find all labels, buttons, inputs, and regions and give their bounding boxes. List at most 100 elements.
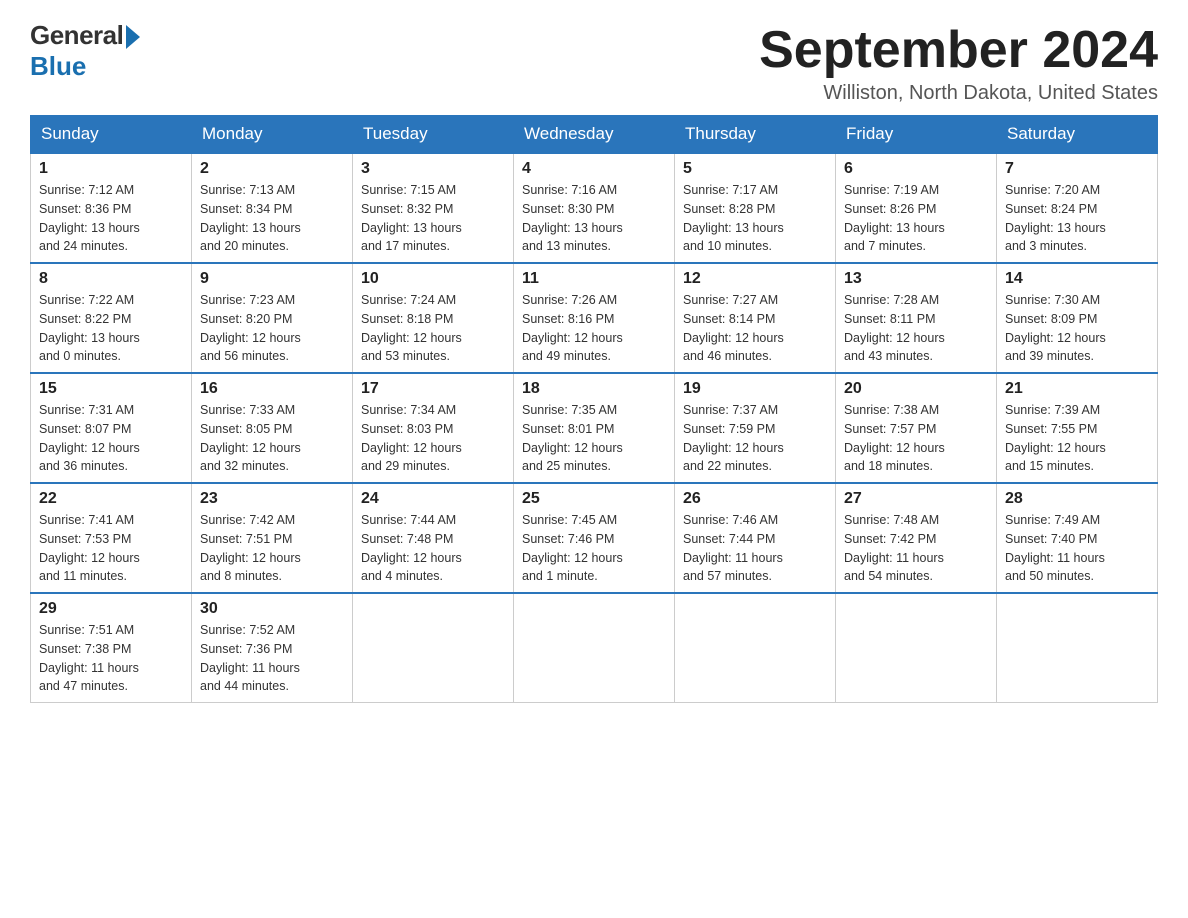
day-info: Sunrise: 7:51 AMSunset: 7:38 PMDaylight:…: [39, 621, 183, 696]
day-info: Sunrise: 7:33 AMSunset: 8:05 PMDaylight:…: [200, 401, 344, 476]
day-info: Sunrise: 7:22 AMSunset: 8:22 PMDaylight:…: [39, 291, 183, 366]
calendar-cell: 10 Sunrise: 7:24 AMSunset: 8:18 PMDaylig…: [353, 263, 514, 373]
calendar-week-row: 8 Sunrise: 7:22 AMSunset: 8:22 PMDayligh…: [31, 263, 1158, 373]
calendar-day-header: Wednesday: [514, 116, 675, 154]
calendar-cell: 19 Sunrise: 7:37 AMSunset: 7:59 PMDaylig…: [675, 373, 836, 483]
day-number: 17: [361, 380, 505, 398]
day-number: 30: [200, 600, 344, 618]
day-info: Sunrise: 7:12 AMSunset: 8:36 PMDaylight:…: [39, 181, 183, 256]
calendar-cell: 3 Sunrise: 7:15 AMSunset: 8:32 PMDayligh…: [353, 153, 514, 263]
day-info: Sunrise: 7:46 AMSunset: 7:44 PMDaylight:…: [683, 511, 827, 586]
calendar-cell: 2 Sunrise: 7:13 AMSunset: 8:34 PMDayligh…: [192, 153, 353, 263]
day-number: 4: [522, 160, 666, 178]
calendar-cell: 22 Sunrise: 7:41 AMSunset: 7:53 PMDaylig…: [31, 483, 192, 593]
day-info: Sunrise: 7:49 AMSunset: 7:40 PMDaylight:…: [1005, 511, 1149, 586]
day-number: 22: [39, 490, 183, 508]
day-number: 24: [361, 490, 505, 508]
calendar-day-header: Friday: [836, 116, 997, 154]
calendar-cell: 18 Sunrise: 7:35 AMSunset: 8:01 PMDaylig…: [514, 373, 675, 483]
calendar-week-row: 22 Sunrise: 7:41 AMSunset: 7:53 PMDaylig…: [31, 483, 1158, 593]
calendar-cell: 24 Sunrise: 7:44 AMSunset: 7:48 PMDaylig…: [353, 483, 514, 593]
title-section: September 2024 Williston, North Dakota, …: [759, 20, 1158, 105]
logo: General Blue: [30, 20, 140, 82]
calendar-header-row: SundayMondayTuesdayWednesdayThursdayFrid…: [31, 116, 1158, 154]
day-number: 9: [200, 270, 344, 288]
day-info: Sunrise: 7:28 AMSunset: 8:11 PMDaylight:…: [844, 291, 988, 366]
day-number: 27: [844, 490, 988, 508]
day-number: 6: [844, 160, 988, 178]
calendar-cell: 23 Sunrise: 7:42 AMSunset: 7:51 PMDaylig…: [192, 483, 353, 593]
calendar-cell: 16 Sunrise: 7:33 AMSunset: 8:05 PMDaylig…: [192, 373, 353, 483]
day-info: Sunrise: 7:13 AMSunset: 8:34 PMDaylight:…: [200, 181, 344, 256]
calendar-cell: 1 Sunrise: 7:12 AMSunset: 8:36 PMDayligh…: [31, 153, 192, 263]
day-number: 13: [844, 270, 988, 288]
calendar-day-header: Thursday: [675, 116, 836, 154]
calendar-cell: 28 Sunrise: 7:49 AMSunset: 7:40 PMDaylig…: [997, 483, 1158, 593]
day-info: Sunrise: 7:20 AMSunset: 8:24 PMDaylight:…: [1005, 181, 1149, 256]
day-info: Sunrise: 7:42 AMSunset: 7:51 PMDaylight:…: [200, 511, 344, 586]
calendar-subtitle: Williston, North Dakota, United States: [759, 82, 1158, 105]
day-number: 21: [1005, 380, 1149, 398]
day-number: 23: [200, 490, 344, 508]
day-info: Sunrise: 7:44 AMSunset: 7:48 PMDaylight:…: [361, 511, 505, 586]
day-number: 2: [200, 160, 344, 178]
calendar-title: September 2024: [759, 20, 1158, 80]
calendar-cell: 5 Sunrise: 7:17 AMSunset: 8:28 PMDayligh…: [675, 153, 836, 263]
calendar-cell: 12 Sunrise: 7:27 AMSunset: 8:14 PMDaylig…: [675, 263, 836, 373]
logo-general-text: General: [30, 20, 123, 51]
day-number: 5: [683, 160, 827, 178]
day-info: Sunrise: 7:16 AMSunset: 8:30 PMDaylight:…: [522, 181, 666, 256]
day-number: 18: [522, 380, 666, 398]
calendar-cell: 8 Sunrise: 7:22 AMSunset: 8:22 PMDayligh…: [31, 263, 192, 373]
day-number: 20: [844, 380, 988, 398]
calendar-cell: 20 Sunrise: 7:38 AMSunset: 7:57 PMDaylig…: [836, 373, 997, 483]
day-info: Sunrise: 7:38 AMSunset: 7:57 PMDaylight:…: [844, 401, 988, 476]
calendar-week-row: 1 Sunrise: 7:12 AMSunset: 8:36 PMDayligh…: [31, 153, 1158, 263]
calendar-week-row: 15 Sunrise: 7:31 AMSunset: 8:07 PMDaylig…: [31, 373, 1158, 483]
calendar-table: SundayMondayTuesdayWednesdayThursdayFrid…: [30, 115, 1158, 703]
page-header: General Blue September 2024 Williston, N…: [30, 20, 1158, 105]
day-info: Sunrise: 7:17 AMSunset: 8:28 PMDaylight:…: [683, 181, 827, 256]
calendar-cell: 7 Sunrise: 7:20 AMSunset: 8:24 PMDayligh…: [997, 153, 1158, 263]
day-info: Sunrise: 7:27 AMSunset: 8:14 PMDaylight:…: [683, 291, 827, 366]
day-info: Sunrise: 7:37 AMSunset: 7:59 PMDaylight:…: [683, 401, 827, 476]
day-info: Sunrise: 7:48 AMSunset: 7:42 PMDaylight:…: [844, 511, 988, 586]
day-number: 12: [683, 270, 827, 288]
calendar-cell: 13 Sunrise: 7:28 AMSunset: 8:11 PMDaylig…: [836, 263, 997, 373]
calendar-day-header: Monday: [192, 116, 353, 154]
calendar-week-row: 29 Sunrise: 7:51 AMSunset: 7:38 PMDaylig…: [31, 593, 1158, 703]
calendar-cell: [514, 593, 675, 703]
day-number: 19: [683, 380, 827, 398]
day-number: 3: [361, 160, 505, 178]
calendar-day-header: Sunday: [31, 116, 192, 154]
day-number: 8: [39, 270, 183, 288]
day-info: Sunrise: 7:41 AMSunset: 7:53 PMDaylight:…: [39, 511, 183, 586]
day-info: Sunrise: 7:35 AMSunset: 8:01 PMDaylight:…: [522, 401, 666, 476]
calendar-cell: 21 Sunrise: 7:39 AMSunset: 7:55 PMDaylig…: [997, 373, 1158, 483]
day-info: Sunrise: 7:26 AMSunset: 8:16 PMDaylight:…: [522, 291, 666, 366]
calendar-cell: 6 Sunrise: 7:19 AMSunset: 8:26 PMDayligh…: [836, 153, 997, 263]
calendar-cell: 17 Sunrise: 7:34 AMSunset: 8:03 PMDaylig…: [353, 373, 514, 483]
day-info: Sunrise: 7:39 AMSunset: 7:55 PMDaylight:…: [1005, 401, 1149, 476]
calendar-cell: [353, 593, 514, 703]
calendar-cell: 29 Sunrise: 7:51 AMSunset: 7:38 PMDaylig…: [31, 593, 192, 703]
day-info: Sunrise: 7:23 AMSunset: 8:20 PMDaylight:…: [200, 291, 344, 366]
day-number: 1: [39, 160, 183, 178]
day-number: 16: [200, 380, 344, 398]
day-number: 10: [361, 270, 505, 288]
logo-blue-text: Blue: [30, 51, 86, 82]
day-info: Sunrise: 7:24 AMSunset: 8:18 PMDaylight:…: [361, 291, 505, 366]
calendar-cell: 9 Sunrise: 7:23 AMSunset: 8:20 PMDayligh…: [192, 263, 353, 373]
day-number: 28: [1005, 490, 1149, 508]
calendar-cell: [675, 593, 836, 703]
day-number: 14: [1005, 270, 1149, 288]
day-number: 25: [522, 490, 666, 508]
day-info: Sunrise: 7:52 AMSunset: 7:36 PMDaylight:…: [200, 621, 344, 696]
calendar-cell: 11 Sunrise: 7:26 AMSunset: 8:16 PMDaylig…: [514, 263, 675, 373]
day-info: Sunrise: 7:31 AMSunset: 8:07 PMDaylight:…: [39, 401, 183, 476]
day-info: Sunrise: 7:45 AMSunset: 7:46 PMDaylight:…: [522, 511, 666, 586]
day-number: 15: [39, 380, 183, 398]
calendar-cell: 14 Sunrise: 7:30 AMSunset: 8:09 PMDaylig…: [997, 263, 1158, 373]
day-number: 29: [39, 600, 183, 618]
calendar-cell: 26 Sunrise: 7:46 AMSunset: 7:44 PMDaylig…: [675, 483, 836, 593]
